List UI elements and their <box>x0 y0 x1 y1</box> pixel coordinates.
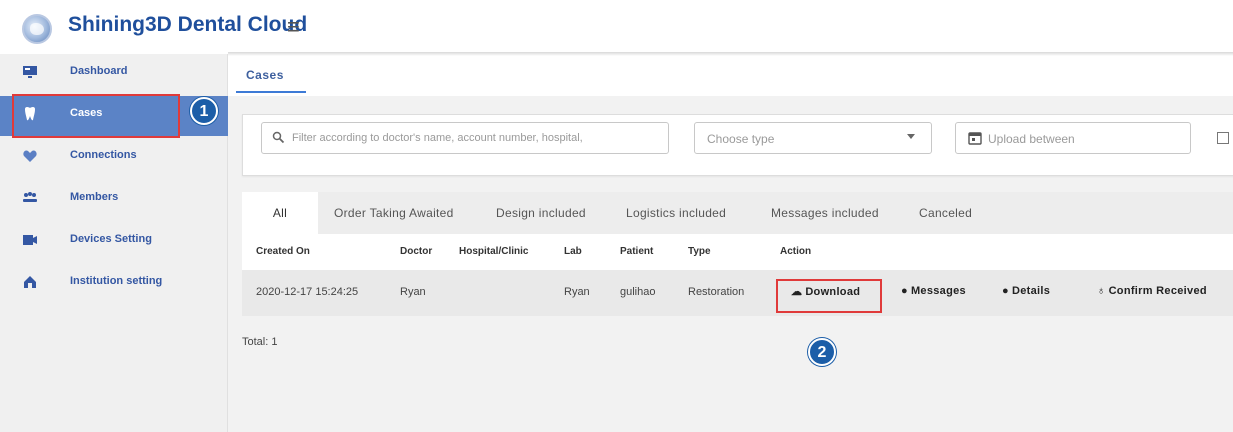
globe-logo-icon <box>22 14 52 44</box>
sidebar-item-devices-setting[interactable]: Devices Setting <box>0 222 228 262</box>
tab-canceled[interactable]: Canceled <box>919 192 972 234</box>
column-header-hospital: Hospital/Clinic <box>459 246 529 257</box>
sidebar-item-dashboard[interactable]: Dashboard <box>0 54 228 94</box>
tab-order-taking-awaited[interactable]: Order Taking Awaited <box>334 192 454 234</box>
type-select[interactable]: Choose type <box>694 122 932 154</box>
step-badge-2: 2 <box>808 338 836 366</box>
sidebar-item-label: Devices Setting <box>70 233 152 245</box>
cell-doctor: Ryan <box>400 286 426 298</box>
cell-patient: gulihao <box>620 286 656 298</box>
heart-icon <box>23 150 37 162</box>
column-header-action: Action <box>780 246 812 257</box>
tab-logistics-included[interactable]: Logistics included <box>626 192 726 234</box>
search-input[interactable]: Filter according to doctor's name, accou… <box>261 122 669 154</box>
messages-button[interactable]: ● Messages <box>901 285 966 297</box>
sidebar-item-institution-setting[interactable]: Institution setting <box>0 264 228 304</box>
hamburger-icon[interactable]: ≡ <box>287 16 300 38</box>
award-icon: ♁ <box>1097 285 1106 297</box>
details-button[interactable]: ● Details <box>1002 285 1050 297</box>
comment-icon: ● <box>901 285 908 297</box>
device-icon <box>23 235 37 245</box>
highlight-box-download <box>776 279 882 313</box>
column-header-created-on: Created On <box>256 246 310 257</box>
sidebar-item-connections[interactable]: Connections <box>0 138 228 178</box>
sidebar-item-label: Institution setting <box>70 275 163 287</box>
sidebar-item-label: Dashboard <box>70 65 128 77</box>
cell-lab: Ryan <box>564 286 590 298</box>
table-row: 2020-12-17 15:24:25 Ryan Ryan gulihao Re… <box>242 270 1233 316</box>
building-icon <box>24 276 36 288</box>
column-header-type: Type <box>688 246 711 257</box>
column-header-lab: Lab <box>564 246 582 257</box>
monitor-icon <box>23 66 37 78</box>
cell-created-on: 2020-12-17 15:24:25 <box>256 286 359 298</box>
case-status-tabs: All Order Taking Awaited Design included… <box>242 192 1233 234</box>
confirm-received-button[interactable]: ♁ Confirm Received <box>1097 285 1207 297</box>
main-tabbar: Cases <box>228 56 1233 96</box>
chevron-down-icon <box>907 134 915 139</box>
sidebar-item-members[interactable]: Members <box>0 180 228 220</box>
tab-design-included[interactable]: Design included <box>496 192 586 234</box>
tab-cases[interactable]: Cases <box>246 68 284 82</box>
sidebar-item-label: Connections <box>70 149 137 161</box>
group-icon <box>23 192 37 202</box>
main-content: Filter according to doctor's name, accou… <box>228 96 1233 432</box>
cases-panel: All Order Taking Awaited Design included… <box>242 192 1233 316</box>
app-header: Shining3D Dental Cloud ≡ <box>0 0 1233 56</box>
tab-all[interactable]: All <box>242 192 318 234</box>
highlight-box-cases <box>12 94 180 138</box>
total-count: Total: 1 <box>242 336 278 348</box>
app-title: Shining3D Dental Cloud <box>68 13 308 36</box>
column-header-patient: Patient <box>620 246 654 257</box>
table-header: Created On Doctor Hospital/Clinic Lab Pa… <box>242 234 1233 270</box>
date-range-input[interactable]: Upload between <box>955 122 1191 154</box>
filter-checkbox[interactable] <box>1217 132 1229 144</box>
step-badge-1: 1 <box>190 97 218 125</box>
type-select-placeholder: Choose type <box>707 132 775 146</box>
filter-bar: Filter according to doctor's name, accou… <box>242 114 1233 176</box>
date-range-placeholder: Upload between <box>988 132 1075 146</box>
search-icon <box>272 131 285 144</box>
tab-messages-included[interactable]: Messages included <box>771 192 879 234</box>
column-header-doctor: Doctor <box>400 246 433 257</box>
sidebar-item-label: Members <box>70 191 119 203</box>
info-icon: ● <box>1002 285 1009 297</box>
search-placeholder: Filter according to doctor's name, accou… <box>292 132 583 144</box>
cell-type: Restoration <box>688 286 745 298</box>
calendar-icon <box>968 132 982 145</box>
